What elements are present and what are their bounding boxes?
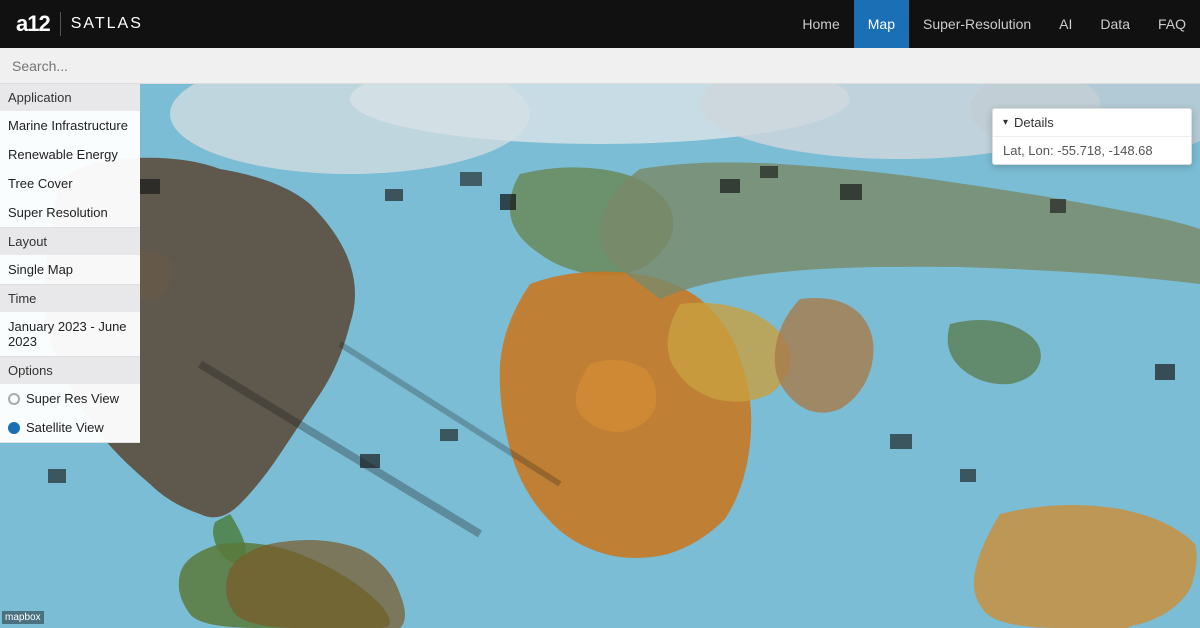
application-section: Application Marine Infrastructure Renewa… [0, 84, 140, 228]
map-attribution: mapbox [2, 611, 44, 624]
layout-section: Layout Single Map [0, 228, 140, 285]
logo-satlas: SATLAS [71, 15, 143, 33]
search-input[interactable] [0, 58, 1200, 74]
navbar: a12 SATLAS Home Map Super-Resolution AI … [0, 0, 1200, 48]
time-section: Time January 2023 - June 2023 [0, 285, 140, 357]
nav-faq[interactable]: FAQ [1144, 0, 1200, 48]
application-item-super-resolution[interactable]: Super Resolution [0, 198, 140, 227]
layout-item-single-map[interactable]: Single Map [0, 255, 140, 284]
logo-divider [60, 12, 61, 36]
chevron-down-icon: ▾ [1003, 117, 1008, 128]
application-item-renewable[interactable]: Renewable Energy [0, 140, 140, 169]
map-svg [0, 84, 1200, 628]
options-section: Options Super Res View Satellite View [0, 357, 140, 443]
details-popup: ▾ Details Lat, Lon: -55.718, -148.68 [992, 108, 1192, 165]
time-value[interactable]: January 2023 - June 2023 [0, 312, 140, 356]
lat-lon-value: -55.718, -148.68 [1057, 143, 1152, 158]
nav-links: Home Map Super-Resolution AI Data FAQ [788, 0, 1200, 48]
application-header: Application [0, 84, 140, 111]
logo-a12: a12 [16, 11, 50, 37]
option-satellite-view[interactable]: Satellite View [0, 413, 140, 442]
details-title: Details [1014, 115, 1054, 130]
super-res-radio[interactable] [8, 393, 20, 405]
nav-data[interactable]: Data [1086, 0, 1144, 48]
nav-ai[interactable]: AI [1045, 0, 1086, 48]
details-content: Lat, Lon: -55.718, -148.68 [993, 137, 1191, 164]
searchbar [0, 48, 1200, 84]
super-res-label: Super Res View [26, 391, 119, 406]
left-panel: Application Marine Infrastructure Renewa… [0, 84, 140, 443]
application-item-tree-cover[interactable]: Tree Cover [0, 169, 140, 198]
logo-area: a12 SATLAS [0, 11, 159, 37]
options-header: Options [0, 357, 140, 384]
option-super-res-view[interactable]: Super Res View [0, 384, 140, 413]
layout-header: Layout [0, 228, 140, 255]
details-header[interactable]: ▾ Details [993, 109, 1191, 137]
time-header: Time [0, 285, 140, 312]
satellite-radio[interactable] [8, 422, 20, 434]
nav-home[interactable]: Home [788, 0, 853, 48]
application-item-marine[interactable]: Marine Infrastructure [0, 111, 140, 140]
nav-map[interactable]: Map [854, 0, 909, 48]
nav-super-resolution[interactable]: Super-Resolution [909, 0, 1045, 48]
map-area[interactable] [0, 84, 1200, 628]
lat-lon-label: Lat, Lon: [1003, 143, 1054, 158]
satellite-label: Satellite View [26, 420, 104, 435]
